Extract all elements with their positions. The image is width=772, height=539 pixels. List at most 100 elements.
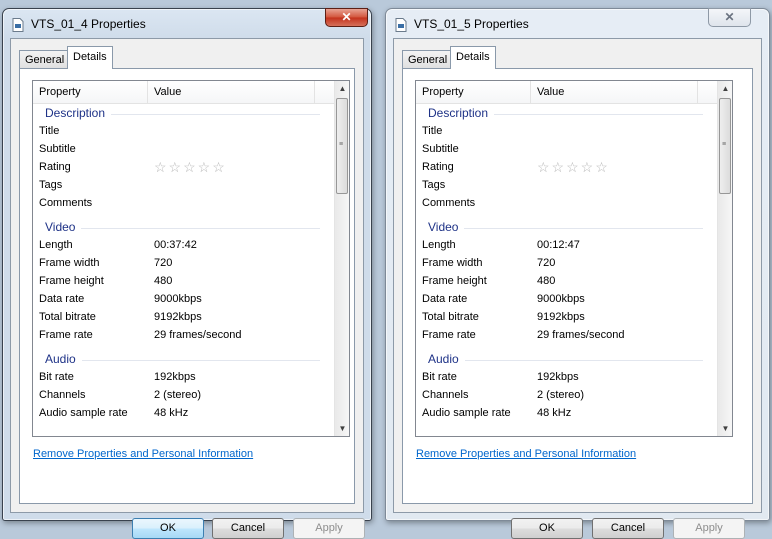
list-item[interactable]: Tags: [33, 177, 334, 195]
list-item[interactable]: Comments: [416, 195, 717, 213]
property-value: 29 frames/second: [537, 329, 625, 341]
list-item[interactable]: Audio sample rate 48 kHz: [33, 405, 334, 423]
group-description[interactable]: Description: [416, 105, 717, 123]
list-item[interactable]: Channels 2 (stereo): [33, 387, 334, 405]
property-value: 9192kbps: [154, 311, 202, 323]
group-heading: Description: [428, 106, 495, 120]
tab-general[interactable]: General: [402, 50, 454, 68]
list-item[interactable]: Total bitrate 9192kbps: [33, 309, 334, 327]
property-value: 480: [537, 275, 556, 287]
apply-button[interactable]: Apply: [673, 518, 745, 539]
apply-button[interactable]: Apply: [293, 518, 365, 539]
property-label: Total bitrate: [422, 311, 479, 323]
scroll-thumb[interactable]: ≡: [719, 98, 731, 194]
list-item[interactable]: Subtitle: [416, 141, 717, 159]
property-label: Rating: [422, 161, 454, 173]
properties-list[interactable]: Property Value Description Title Subtitl…: [32, 80, 350, 437]
scroll-up-arrow-icon[interactable]: ▲: [335, 81, 349, 96]
rating-stars[interactable]: ☆☆☆☆☆: [154, 160, 227, 174]
column-divider[interactable]: [147, 81, 148, 103]
property-label: Channels: [39, 389, 86, 401]
rating-stars[interactable]: ☆☆☆☆☆: [537, 160, 610, 174]
property-label: Bit rate: [39, 371, 74, 383]
column-header-value[interactable]: Value: [537, 86, 564, 98]
remove-properties-link[interactable]: Remove Properties and Personal Informati…: [33, 448, 253, 460]
cancel-button[interactable]: Cancel: [592, 518, 664, 539]
list-item[interactable]: Frame width 720: [416, 255, 717, 273]
property-label: Frame width: [39, 257, 100, 269]
list-item[interactable]: Tags: [416, 177, 717, 195]
property-value: 480: [154, 275, 173, 287]
close-button[interactable]: ✕: [708, 8, 751, 27]
column-divider[interactable]: [314, 81, 315, 103]
list-item[interactable]: Length 00:12:47: [416, 237, 717, 255]
list-item[interactable]: Audio sample rate 48 kHz: [416, 405, 717, 423]
column-header-property[interactable]: Property: [422, 86, 464, 98]
group-video[interactable]: Video: [416, 219, 717, 237]
scroll-down-arrow-icon[interactable]: ▼: [718, 421, 732, 436]
scroll-down-arrow-icon[interactable]: ▼: [335, 421, 349, 436]
list-item[interactable]: Bit rate 192kbps: [33, 369, 334, 387]
property-label: Rating: [39, 161, 71, 173]
remove-properties-link[interactable]: Remove Properties and Personal Informati…: [416, 448, 636, 460]
property-label: Frame height: [39, 275, 104, 287]
group-audio[interactable]: Audio: [33, 351, 334, 369]
group-audio[interactable]: Audio: [416, 351, 717, 369]
cancel-button[interactable]: Cancel: [212, 518, 284, 539]
list-item[interactable]: Bit rate 192kbps: [416, 369, 717, 387]
list-item[interactable]: Rating ☆☆☆☆☆: [416, 159, 717, 177]
list-item[interactable]: Channels 2 (stereo): [416, 387, 717, 405]
list-item[interactable]: Frame rate 29 frames/second: [33, 327, 334, 345]
list-item[interactable]: Data rate 9000kbps: [33, 291, 334, 309]
list-item[interactable]: Frame width 720: [33, 255, 334, 273]
property-value: 9000kbps: [154, 293, 202, 305]
list-item[interactable]: Comments: [33, 195, 334, 213]
list-item[interactable]: Subtitle: [33, 141, 334, 159]
group-line: [428, 360, 703, 361]
group-video[interactable]: Video: [33, 219, 334, 237]
property-label: Title: [422, 125, 443, 137]
list-item[interactable]: Title: [416, 123, 717, 141]
property-label: Comments: [422, 197, 476, 209]
vertical-scrollbar[interactable]: ▲ ≡ ▼: [717, 81, 732, 436]
group-description[interactable]: Description: [33, 105, 334, 123]
column-divider[interactable]: [697, 81, 698, 103]
group-heading: Audio: [45, 352, 82, 366]
column-header-value[interactable]: Value: [154, 86, 181, 98]
list-item[interactable]: Data rate 9000kbps: [416, 291, 717, 309]
column-divider[interactable]: [530, 81, 531, 103]
list-header: Property Value: [33, 81, 334, 104]
scroll-grip-icon: ≡: [339, 141, 344, 148]
properties-list[interactable]: Property Value Description Title Subtitl…: [415, 80, 733, 437]
scroll-grip-icon: ≡: [722, 141, 727, 148]
tab-details[interactable]: Details: [67, 46, 113, 69]
group-line: [45, 228, 320, 229]
title-bar[interactable]: VTS_01_4 Properties ✕: [3, 8, 371, 39]
list-item[interactable]: Frame height 480: [33, 273, 334, 291]
list-item[interactable]: Frame height 480: [416, 273, 717, 291]
group-heading: Video: [428, 220, 465, 234]
ok-button[interactable]: OK: [132, 518, 204, 539]
property-value: 192kbps: [154, 371, 196, 383]
property-value: 192kbps: [537, 371, 579, 383]
property-value: 720: [154, 257, 173, 269]
property-label: Tags: [422, 179, 446, 191]
vertical-scrollbar[interactable]: ▲ ≡ ▼: [334, 81, 349, 436]
scroll-up-arrow-icon[interactable]: ▲: [718, 81, 732, 96]
tab-general[interactable]: General: [19, 50, 71, 68]
list-item[interactable]: Total bitrate 9192kbps: [416, 309, 717, 327]
scroll-thumb[interactable]: ≡: [336, 98, 348, 194]
property-value: 48 kHz: [537, 407, 572, 419]
column-header-property[interactable]: Property: [39, 86, 81, 98]
list-item[interactable]: Rating ☆☆☆☆☆: [33, 159, 334, 177]
close-button[interactable]: ✕: [325, 8, 368, 27]
property-value: 9192kbps: [537, 311, 585, 323]
list-item[interactable]: Title: [33, 123, 334, 141]
ok-button[interactable]: OK: [511, 518, 583, 539]
tab-details[interactable]: Details: [450, 46, 496, 69]
file-video-icon: [12, 18, 24, 32]
list-item[interactable]: Length 00:37:42: [33, 237, 334, 255]
property-label: Total bitrate: [39, 311, 96, 323]
list-item[interactable]: Frame rate 29 frames/second: [416, 327, 717, 345]
title-bar[interactable]: VTS_01_5 Properties ✕: [386, 8, 769, 39]
